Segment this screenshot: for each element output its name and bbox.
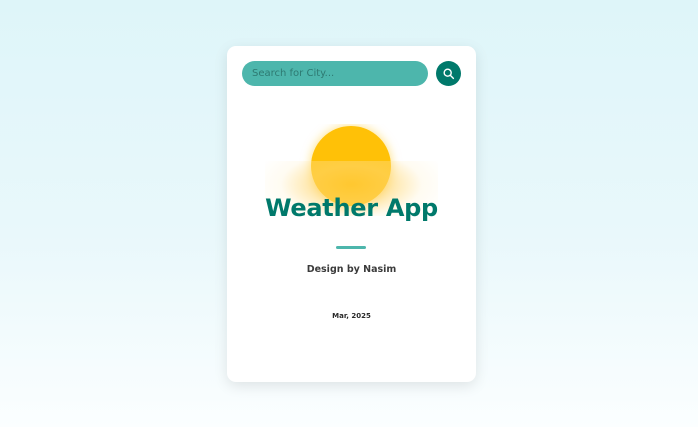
app-title: Weather App: [265, 194, 438, 222]
search-icon: [443, 68, 455, 80]
search-input[interactable]: [242, 61, 428, 86]
designer-credit: Design by Nasim: [306, 264, 397, 275]
search-button[interactable]: [436, 61, 461, 86]
search-bar: [242, 61, 462, 86]
weather-card: Weather App Design by Nasim Mar, 2025: [227, 46, 476, 382]
title-divider: [336, 246, 366, 249]
date-label: Mar, 2025: [332, 312, 371, 320]
